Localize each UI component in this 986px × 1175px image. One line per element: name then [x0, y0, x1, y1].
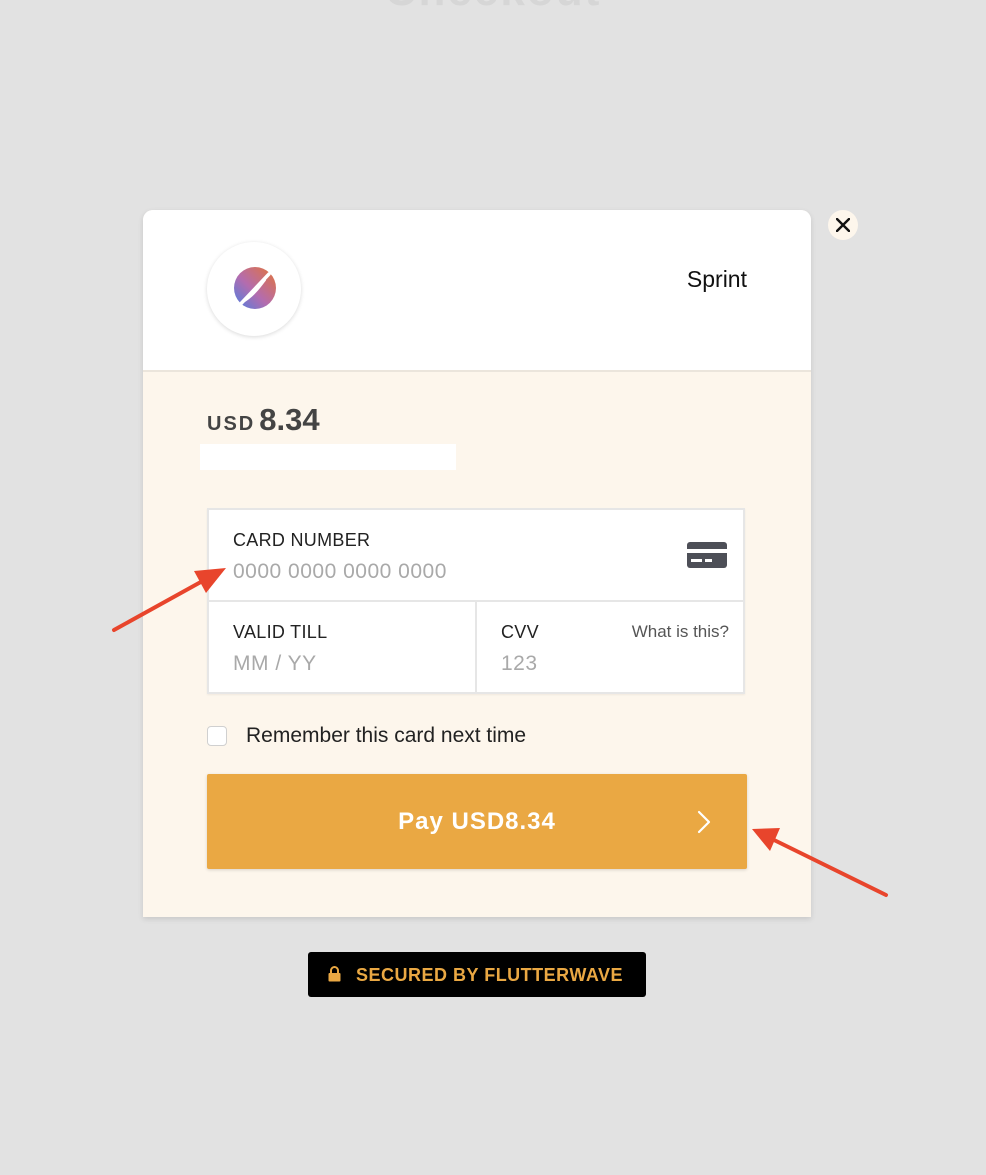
amount-currency: USD	[207, 413, 256, 435]
valid-till-field[interactable]: VALID TILL	[209, 602, 477, 692]
checkout-modal: Sprint USD8.34 CARD NUMBER VALID TILL CV…	[143, 210, 811, 917]
merchant-logo	[207, 242, 301, 336]
modal-header: Sprint	[143, 210, 811, 372]
lock-icon	[328, 966, 341, 982]
card-number-label: CARD NUMBER	[233, 530, 371, 550]
close-icon	[836, 218, 850, 232]
remember-card-checkbox[interactable]	[207, 726, 227, 746]
secured-badge-label: SECURED BY FLUTTERWAVE	[356, 965, 624, 985]
cvv-field[interactable]: CVV What is this?	[477, 602, 743, 692]
card-number-input[interactable]	[233, 560, 633, 584]
valid-till-label: VALID TILL	[233, 622, 328, 642]
cvv-input[interactable]	[501, 652, 701, 676]
cvv-label: CVV	[501, 622, 539, 642]
valid-till-input[interactable]	[233, 652, 433, 676]
payment-amount: USD 8.34	[207, 402, 320, 438]
merchant-name: Sprint	[686, 266, 747, 292]
remember-card-label: Remember this card next time	[246, 724, 527, 747]
customer-email-bar	[200, 444, 456, 470]
merchant-logo-icon	[231, 267, 276, 314]
secured-badge: SECURED BY FLUTTERWAVE	[308, 952, 646, 997]
amount-value: 8.34	[259, 402, 320, 437]
close-button[interactable]	[828, 210, 858, 240]
chevron-right-icon	[697, 810, 711, 834]
pay-button[interactable]: Pay USD8.34	[207, 774, 747, 869]
card-number-field[interactable]: CARD NUMBER	[209, 510, 743, 602]
credit-card-icon	[687, 542, 727, 568]
pay-button-label: Pay USD8.34	[398, 808, 556, 835]
cvv-help-link[interactable]: What is this?	[632, 622, 729, 642]
card-form: CARD NUMBER VALID TILL CVV What is this?	[207, 508, 745, 694]
background-page-title: Checkout	[0, 0, 986, 16]
